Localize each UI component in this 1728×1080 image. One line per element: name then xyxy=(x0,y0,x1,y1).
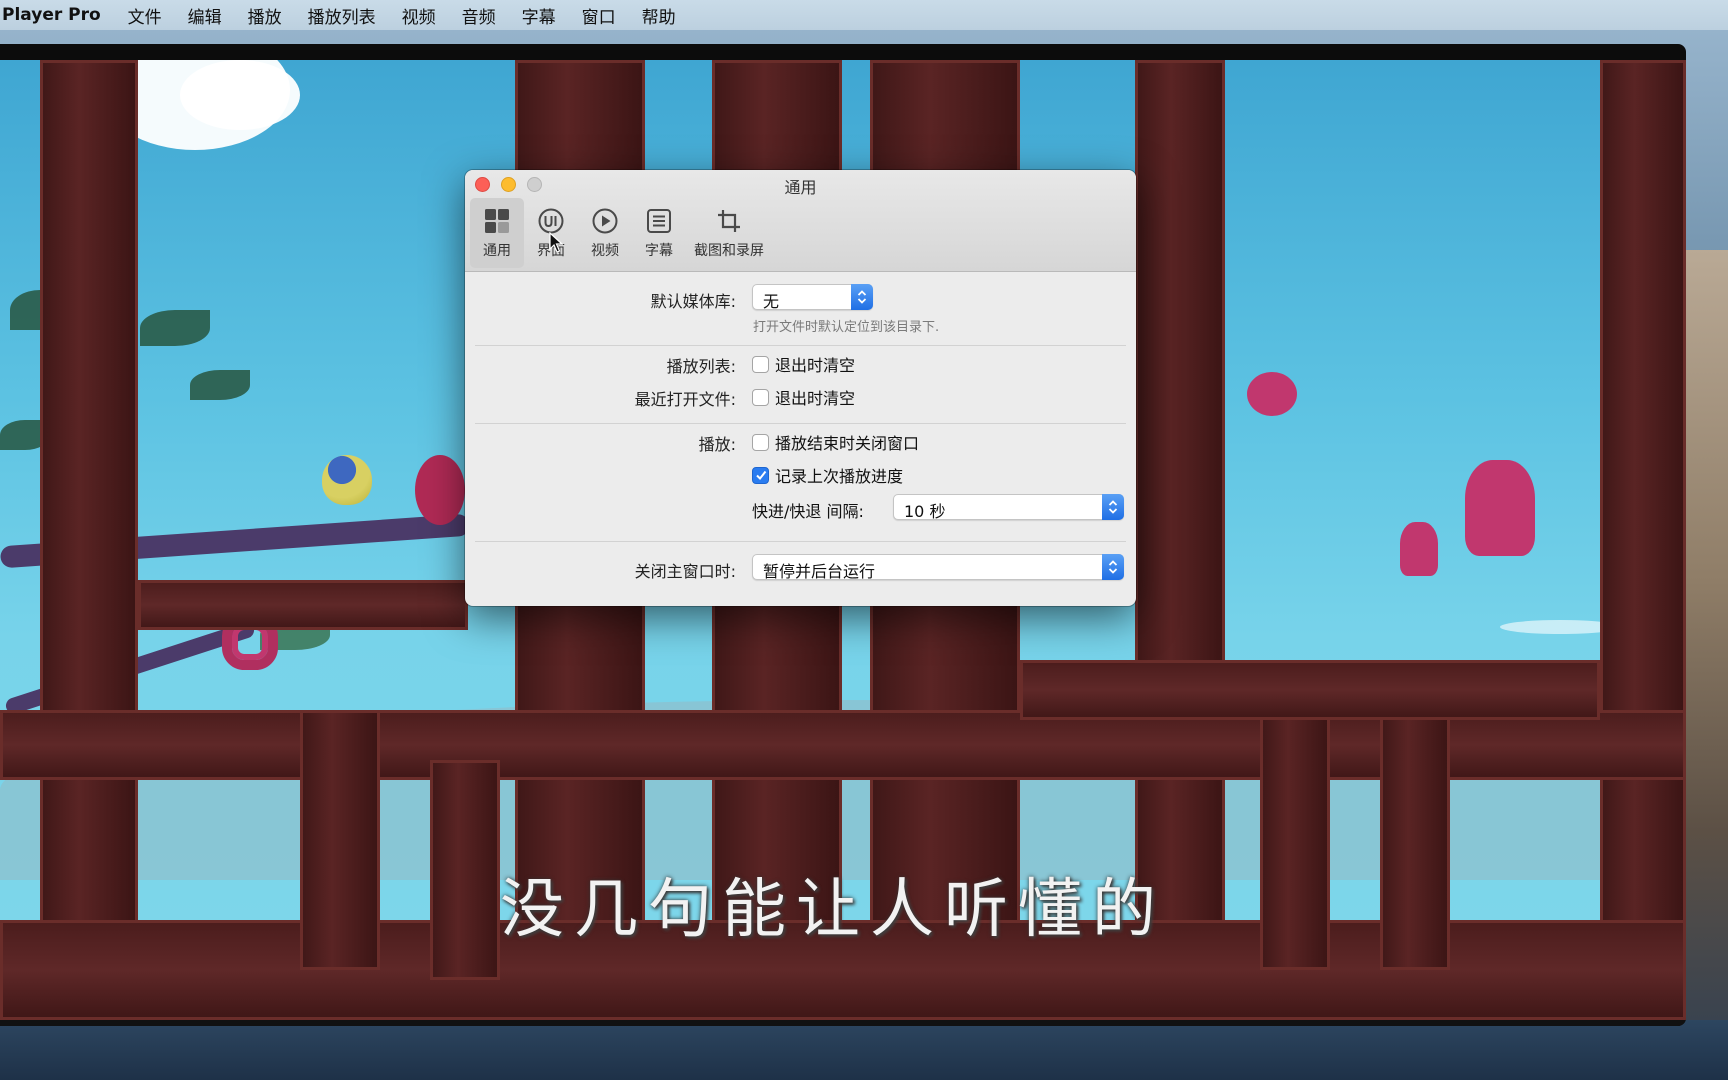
prefs-title: 通用 xyxy=(784,178,817,197)
close-on-end-checkbox[interactable]: 播放结束时关闭窗口 xyxy=(752,427,919,454)
menu-video[interactable]: 视频 xyxy=(389,3,449,28)
menu-subtitles[interactable]: 字幕 xyxy=(509,3,569,28)
window-lattice xyxy=(1380,700,1450,970)
mouse-cursor-icon xyxy=(549,231,564,258)
play-circle-icon xyxy=(590,206,620,236)
checkbox-box[interactable] xyxy=(752,355,769,373)
divider xyxy=(475,345,1126,346)
menu-file[interactable]: 文件 xyxy=(115,3,175,28)
subtitle-list-icon xyxy=(644,206,674,236)
window-lattice xyxy=(138,580,468,630)
divider xyxy=(475,541,1126,542)
chevron-updown-icon xyxy=(851,284,873,310)
seek-interval-value: 10 秒 xyxy=(904,502,946,521)
window-lattice xyxy=(40,60,138,1020)
prefs-toolbar: 通用 界面 视频 字幕 截图和录屏 xyxy=(470,198,772,268)
remember-progress-checkbox[interactable]: 记录上次播放进度 xyxy=(752,460,903,487)
playback-label: 播放: xyxy=(698,435,736,454)
media-library-popup[interactable]: 无 xyxy=(752,284,873,311)
bear-icon xyxy=(1247,372,1297,416)
chevron-updown-icon xyxy=(1102,554,1124,580)
player-bottom-edge xyxy=(0,1020,1686,1026)
playlist-clear-checkbox[interactable]: 退出时清空 xyxy=(752,349,855,376)
tab-screenshot-recording-label: 截图和录屏 xyxy=(694,243,764,259)
playlist-label: 播放列表: xyxy=(666,357,736,376)
menu-playback[interactable]: 播放 xyxy=(235,3,295,28)
media-library-row: 默认媒体库: 无 xyxy=(465,284,1136,312)
close-main-label: 关闭主窗口时: xyxy=(634,562,736,581)
crop-icon xyxy=(714,206,744,236)
close-on-end-label: 播放结束时关闭窗口 xyxy=(775,434,920,453)
person-figure-icon xyxy=(1465,460,1535,556)
leaf xyxy=(140,310,210,346)
seek-interval-popup[interactable]: 10 秒 xyxy=(893,494,1124,521)
preferences-dialog: 通用 通用 界面 视频 字幕 截图和录屏 默认媒体库: 无 打开文件时默认定位到… xyxy=(465,170,1136,606)
window-lattice xyxy=(300,710,380,970)
menu-window[interactable]: 窗口 xyxy=(569,3,629,28)
recent-files-clear-label: 退出时清空 xyxy=(775,389,856,408)
window-lattice xyxy=(1020,660,1600,720)
prefs-body: 默认媒体库: 无 打开文件时默认定位到该目录下. 播放列表: 退出时清空 最近打… xyxy=(465,272,1136,605)
playback-row: 播放: 播放结束时关闭窗口 xyxy=(465,427,1136,455)
checkbox-box[interactable] xyxy=(752,388,769,406)
tab-screenshot-recording[interactable]: 截图和录屏 xyxy=(686,198,772,268)
window-lattice xyxy=(430,760,500,980)
tab-subtitles-label: 字幕 xyxy=(645,243,673,259)
media-library-label: 默认媒体库: xyxy=(650,292,736,311)
window-lattice xyxy=(1600,60,1686,1020)
video-subtitle: 没几句能让人听懂的 xyxy=(500,873,1166,947)
prefs-titlebar[interactable]: 通用 通用 界面 视频 字幕 截图和录屏 xyxy=(465,170,1136,272)
divider xyxy=(475,423,1126,424)
playlist-clear-label: 退出时清空 xyxy=(775,356,856,375)
tab-video-label: 视频 xyxy=(591,243,619,259)
desktop-sea xyxy=(0,1020,1728,1080)
checkmark-icon[interactable] xyxy=(752,466,769,484)
media-library-value: 无 xyxy=(763,292,780,311)
close-main-value: 暂停并后台运行 xyxy=(763,562,876,581)
menu-playlist[interactable]: 播放列表 xyxy=(295,3,389,28)
grid-icon xyxy=(482,206,512,236)
playlist-row: 播放列表: 退出时清空 xyxy=(465,349,1136,377)
remember-progress-row: 记录上次播放进度 xyxy=(465,460,1136,488)
media-library-hint: 打开文件时默认定位到该目录下. xyxy=(753,320,940,335)
menu-audio[interactable]: 音频 xyxy=(449,3,509,28)
person-figure-icon xyxy=(1400,522,1438,576)
tab-general-label: 通用 xyxy=(483,243,511,259)
checkbox-box[interactable] xyxy=(752,433,769,451)
menu-help[interactable]: 帮助 xyxy=(629,3,689,28)
chevron-updown-icon xyxy=(1102,494,1124,520)
bird-icon xyxy=(322,455,372,505)
close-main-popup[interactable]: 暂停并后台运行 xyxy=(752,554,1124,581)
recent-files-label: 最近打开文件: xyxy=(634,390,736,409)
tab-subtitles[interactable]: 字幕 xyxy=(632,198,686,268)
leaf xyxy=(190,370,250,400)
close-main-row: 关闭主窗口时: 暂停并后台运行 xyxy=(465,554,1136,582)
recent-files-clear-checkbox[interactable]: 退出时清空 xyxy=(752,382,855,409)
tab-video[interactable]: 视频 xyxy=(578,198,632,268)
seek-interval-label: 快进/快退 间隔: xyxy=(752,502,864,521)
cloud xyxy=(180,60,300,130)
recent-files-row: 最近打开文件: 退出时清空 xyxy=(465,382,1136,410)
menu-bar: Player Pro 文件 编辑 播放 播放列表 视频 音频 字幕 窗口 帮助 xyxy=(0,0,1728,30)
moon-icon xyxy=(415,455,465,525)
menu-edit[interactable]: 编辑 xyxy=(175,3,235,28)
window-lattice xyxy=(1260,710,1330,970)
tab-general[interactable]: 通用 xyxy=(470,198,524,268)
seek-interval-row: 快进/快退 间隔: 10 秒 xyxy=(465,494,1136,522)
remember-progress-label: 记录上次播放进度 xyxy=(775,467,904,486)
menu-app-name[interactable]: Player Pro xyxy=(0,5,115,25)
